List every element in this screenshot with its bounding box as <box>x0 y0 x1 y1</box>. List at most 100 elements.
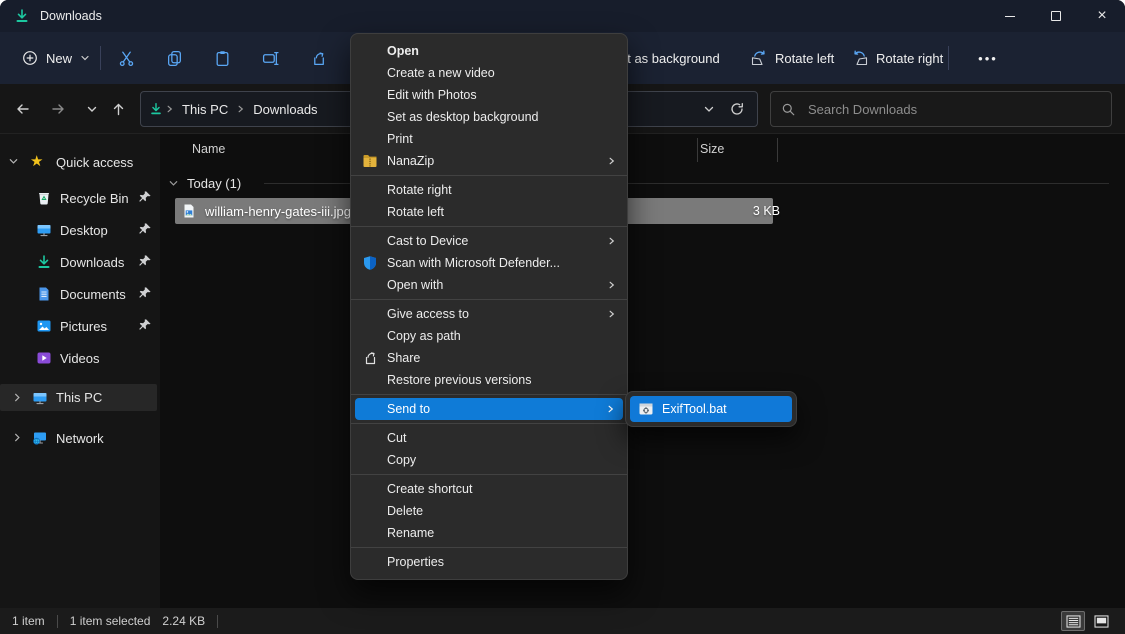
menu-item-delete[interactable]: Delete <box>351 500 627 522</box>
file-name: william-henry-gates-iii.jpg <box>205 204 351 219</box>
recent-locations-button[interactable] <box>78 97 106 121</box>
rotate-right-button[interactable]: Rotate right <box>843 42 951 74</box>
see-more-button[interactable]: ••• <box>968 42 1008 74</box>
sidebar-item-network[interactable]: Network <box>0 424 160 452</box>
maximize-button[interactable] <box>1033 0 1079 32</box>
menu-label: Delete <box>387 504 423 518</box>
menu-label: Open <box>387 44 419 58</box>
menu-item-rename[interactable]: Rename <box>351 522 627 544</box>
sidebar-item-quick-access[interactable]: ★ Quick access <box>0 148 160 176</box>
back-button[interactable] <box>8 97 36 121</box>
sidebar-item-desktop[interactable]: Desktop <box>0 216 160 244</box>
menu-separator <box>351 226 627 227</box>
breadcrumb-this-pc[interactable]: This PC <box>176 102 234 117</box>
new-button-label: New <box>46 51 72 66</box>
window-controls: × <box>987 0 1125 32</box>
recycle-bin-icon <box>36 190 52 206</box>
sidebar-item-videos[interactable]: Videos <box>0 344 160 372</box>
cut-button[interactable] <box>106 42 146 74</box>
menu-item-restore-previous-versions[interactable]: Restore previous versions <box>351 369 627 391</box>
thumbnail-view-button[interactable] <box>1089 611 1113 631</box>
column-divider[interactable] <box>697 138 698 162</box>
rotate-left-icon <box>750 50 768 66</box>
menu-item-create-new-video[interactable]: Create a new video <box>351 62 627 84</box>
sidebar-item-this-pc[interactable]: This PC <box>0 384 157 411</box>
chevron-right-icon[interactable] <box>12 392 23 403</box>
column-divider[interactable] <box>777 138 778 162</box>
sidebar-label: Desktop <box>60 223 108 238</box>
menu-item-copy[interactable]: Copy <box>351 449 627 471</box>
close-button[interactable]: × <box>1079 0 1125 32</box>
breadcrumb-downloads[interactable]: Downloads <box>247 102 323 117</box>
search-input[interactable] <box>806 101 1101 118</box>
menu-item-properties[interactable]: Properties <box>351 551 627 573</box>
column-header-size[interactable]: Size <box>700 142 724 156</box>
menu-label: Share <box>387 351 420 365</box>
this-pc-icon <box>32 390 48 406</box>
set-as-background-button[interactable]: et as background <box>612 42 728 74</box>
menu-separator <box>351 299 627 300</box>
group-header-today[interactable]: Today (1) <box>160 172 241 194</box>
menu-label: Open with <box>387 278 443 292</box>
selection-info: 1 item selected <box>70 614 151 628</box>
menu-separator <box>351 474 627 475</box>
menu-item-copy-as-path[interactable]: Copy as path <box>351 325 627 347</box>
menu-item-open-with[interactable]: Open with <box>351 274 627 296</box>
address-dropdown-icon[interactable] <box>703 103 715 115</box>
defender-shield-icon <box>362 255 378 271</box>
sidebar-item-pictures[interactable]: Pictures <box>0 312 160 340</box>
menu-item-create-shortcut[interactable]: Create shortcut <box>351 478 627 500</box>
menu-item-open[interactable]: Open <box>351 40 627 62</box>
search-box[interactable] <box>770 91 1112 127</box>
menu-label: Edit with Photos <box>387 88 477 102</box>
menu-label: Cut <box>387 431 406 445</box>
up-button[interactable] <box>104 97 132 121</box>
submenu-item-exiftool[interactable]: ExifTool.bat <box>630 396 792 422</box>
pin-icon <box>138 254 152 268</box>
menu-item-give-access-to[interactable]: Give access to <box>351 303 627 325</box>
menu-item-edit-with-photos[interactable]: Edit with Photos <box>351 84 627 106</box>
pictures-icon <box>36 318 52 334</box>
send-to-submenu: ExifTool.bat <box>625 391 797 427</box>
menu-item-set-as-desktop-background[interactable]: Set as desktop background <box>351 106 627 128</box>
menu-label: Create a new video <box>387 66 495 80</box>
menu-item-nanazip[interactable]: NanaZip <box>351 150 627 172</box>
menu-label: Give access to <box>387 307 469 321</box>
menu-item-share[interactable]: Share <box>351 347 627 369</box>
details-view-button[interactable] <box>1061 611 1085 631</box>
menu-item-cut[interactable]: Cut <box>351 427 627 449</box>
sidebar-label: Quick access <box>56 155 133 170</box>
sidebar-label: Pictures <box>60 319 107 334</box>
pin-icon <box>138 190 152 204</box>
chevron-down-icon[interactable] <box>168 178 179 189</box>
menu-label: Scan with Microsoft Defender... <box>387 256 560 270</box>
sidebar-item-downloads[interactable]: Downloads <box>0 248 160 276</box>
menu-item-print[interactable]: Print <box>351 128 627 150</box>
menu-item-scan-with-defender[interactable]: Scan with Microsoft Defender... <box>351 252 627 274</box>
menu-item-cast-to-device[interactable]: Cast to Device <box>351 230 627 252</box>
menu-label: Print <box>387 132 413 146</box>
column-header-name[interactable]: Name <box>192 142 225 156</box>
share-icon <box>362 350 378 366</box>
rename-button[interactable] <box>250 42 290 74</box>
share-button[interactable] <box>298 42 338 74</box>
paste-button[interactable] <box>202 42 242 74</box>
menu-separator <box>351 394 627 395</box>
minimize-button[interactable] <box>987 0 1033 32</box>
sidebar-item-recycle-bin[interactable]: Recycle Bin <box>0 184 160 212</box>
new-button[interactable]: New <box>12 42 100 74</box>
menu-item-rotate-right[interactable]: Rotate right <box>351 179 627 201</box>
submenu-arrow-icon <box>607 156 616 166</box>
menu-separator <box>351 175 627 176</box>
rotate-left-button[interactable]: Rotate left <box>742 42 842 74</box>
downloads-small-icon <box>149 102 163 116</box>
refresh-icon[interactable] <box>729 101 745 117</box>
forward-button[interactable] <box>44 97 72 121</box>
menu-item-rotate-left[interactable]: Rotate left <box>351 201 627 223</box>
copy-button[interactable] <box>154 42 194 74</box>
pin-icon <box>138 222 152 236</box>
sidebar-item-documents[interactable]: Documents <box>0 280 160 308</box>
menu-item-send-to[interactable]: Send to <box>355 398 623 420</box>
chevron-right-icon[interactable] <box>12 432 23 443</box>
chevron-down-icon[interactable] <box>8 156 19 167</box>
